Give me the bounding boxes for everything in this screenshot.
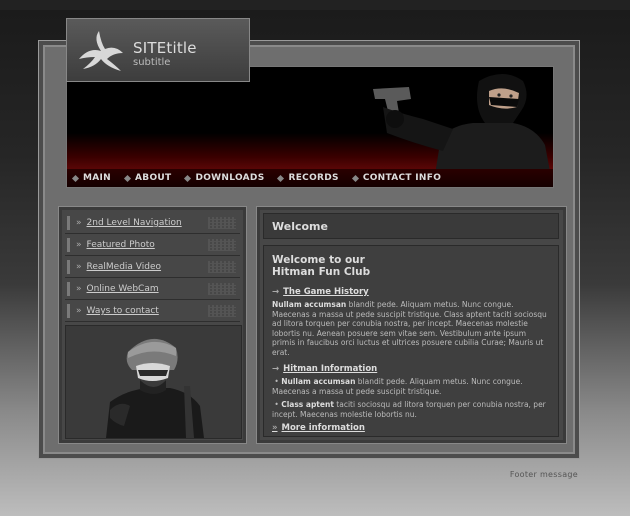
diamond-icon xyxy=(351,174,359,182)
sidebar-item-online-webcam[interactable]: » Online WebCam xyxy=(65,279,240,300)
nav-item-downloads[interactable]: DOWNLOADS xyxy=(184,173,264,183)
info-bullet-2: • Class aptent taciti sociosqu ad litora… xyxy=(272,400,546,419)
soldier-image xyxy=(106,338,204,438)
game-history-text: Nullam accumsan blandit pede. Aliquam me… xyxy=(272,300,547,357)
diamond-icon xyxy=(184,174,192,182)
sidebar-item-realmedia-video[interactable]: » RealMedia Video xyxy=(65,257,240,278)
sidebar-menu: » 2nd Level Navigation » Featured Photo … xyxy=(65,213,240,323)
sidebar-item-featured-photo[interactable]: » Featured Photo xyxy=(65,235,240,256)
menu-bar-icon xyxy=(67,238,70,252)
nav-item-main[interactable]: MAIN xyxy=(71,173,111,183)
header-banner: MAIN ABOUT DOWNLOADS RECORDS CONTACT INF… xyxy=(66,66,554,188)
diamond-icon xyxy=(123,174,132,182)
diamond-icon xyxy=(71,174,80,182)
double-chevron-icon: » xyxy=(76,262,82,272)
bullet-icon: • xyxy=(272,400,282,409)
footer-message: Footer message xyxy=(509,470,578,479)
menu-bar-icon xyxy=(67,216,70,230)
info-bullet-1: • Nullam accumsan blandit pede. Aliquam … xyxy=(272,377,523,396)
texture-decoration xyxy=(208,305,236,317)
nav-item-records[interactable]: RECORDS xyxy=(277,173,339,183)
double-chevron-icon: » xyxy=(76,284,82,294)
texture-decoration xyxy=(208,283,236,295)
arrow-right-icon: → xyxy=(272,364,280,374)
more-information-link[interactable]: » More information xyxy=(272,423,550,433)
diamond-icon xyxy=(277,174,285,182)
section-link-hitman-information[interactable]: → Hitman Information xyxy=(272,364,550,374)
sidebar-item-2nd-level-navigation[interactable]: » 2nd Level Navigation xyxy=(65,213,240,234)
section-link-game-history[interactable]: → The Game History xyxy=(272,287,550,297)
menu-bar-icon xyxy=(67,282,70,296)
right-column: Welcome Welcome to our Hitman Fun Club →… xyxy=(256,206,567,444)
left-column: » 2nd Level Navigation » Featured Photo … xyxy=(58,206,247,444)
sidebar-item-ways-to-contact[interactable]: » Ways to contact xyxy=(65,301,240,322)
top-bar xyxy=(0,0,630,10)
nav-item-contact-info[interactable]: CONTACT INFO xyxy=(351,173,441,183)
logo-box[interactable]: SITEtitle subtitle xyxy=(66,18,250,82)
welcome-label: Welcome xyxy=(272,220,328,233)
soldier-photo xyxy=(65,325,242,439)
double-chevron-icon: » xyxy=(76,240,82,250)
bullet-icon: • xyxy=(272,377,282,386)
main-nav: MAIN ABOUT DOWNLOADS RECORDS CONTACT INF… xyxy=(67,169,553,187)
content-heading: Welcome to our Hitman Fun Club xyxy=(272,254,371,278)
menu-bar-icon xyxy=(67,304,70,318)
nav-item-about[interactable]: ABOUT xyxy=(123,173,171,183)
texture-decoration xyxy=(208,239,236,251)
welcome-bar: Welcome xyxy=(263,213,559,239)
double-chevron-icon: » xyxy=(76,306,82,316)
site-title: SITEtitle xyxy=(133,39,197,57)
main-content: Welcome to our Hitman Fun Club → The Game… xyxy=(263,245,559,437)
logo-icon xyxy=(79,31,123,71)
texture-decoration xyxy=(208,261,236,273)
double-chevron-icon: » xyxy=(76,218,82,228)
menu-bar-icon xyxy=(67,260,70,274)
arrow-right-icon: → xyxy=(272,287,280,297)
double-chevron-icon: » xyxy=(272,423,278,433)
site-subtitle: subtitle xyxy=(133,57,171,68)
texture-decoration xyxy=(208,217,236,229)
